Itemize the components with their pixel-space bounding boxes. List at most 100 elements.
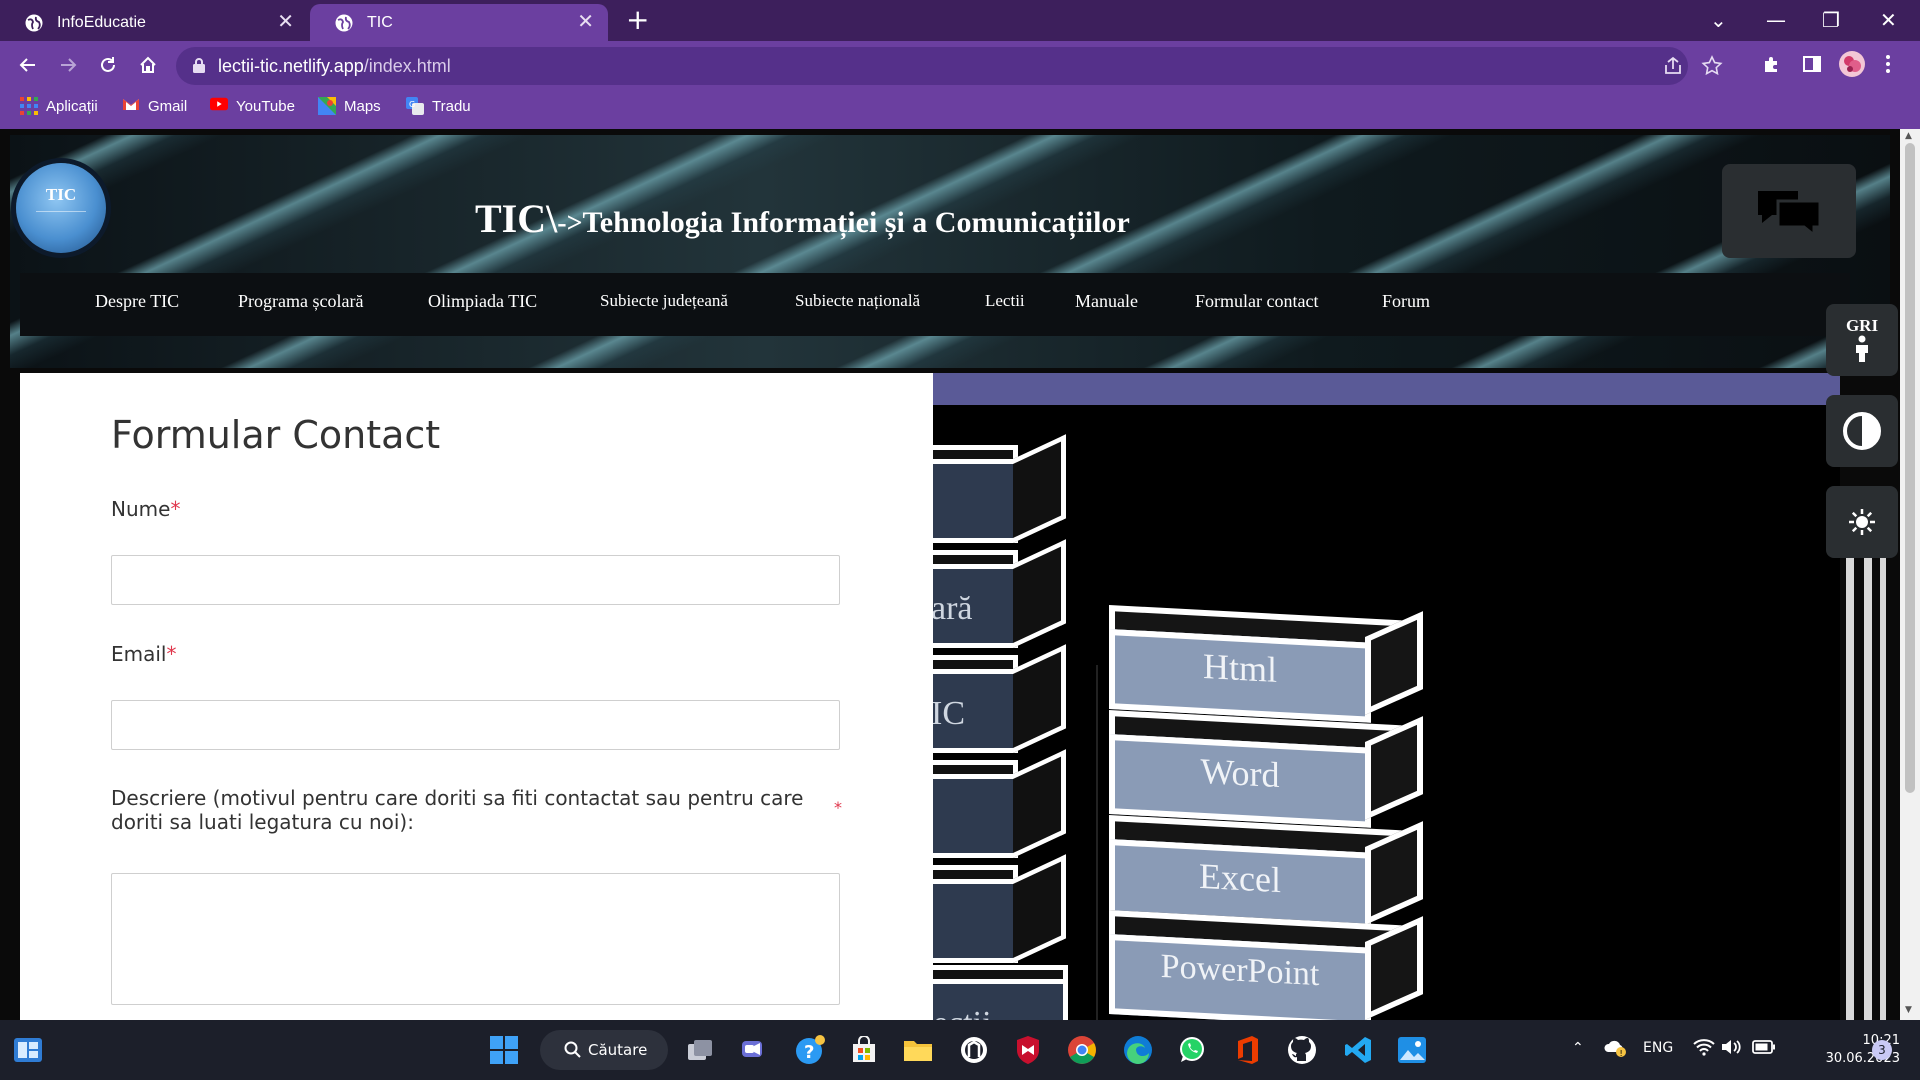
- bookmark-maps[interactable]: Maps: [318, 97, 381, 115]
- nav-subiecte-judeteana[interactable]: Subiecte județeană: [600, 291, 728, 311]
- page-scrollbar[interactable]: ▲ ▼: [1900, 129, 1920, 1020]
- battery-icon[interactable]: [1752, 1040, 1776, 1058]
- form-title: Formular Contact: [111, 413, 441, 457]
- svg-text:G: G: [409, 100, 415, 109]
- url-text: lectii-tic.netlify.app/index.html: [218, 56, 451, 77]
- browser-menu-icon[interactable]: [1885, 54, 1891, 78]
- file-explorer-icon[interactable]: [902, 1034, 934, 1066]
- arrow-right-icon: [61, 58, 77, 72]
- photos-icon[interactable]: [1396, 1034, 1428, 1066]
- minimize-button[interactable]: —: [1766, 6, 1786, 34]
- tab-tic[interactable]: TIC ✕: [310, 4, 608, 41]
- title-prefix: TIC\: [475, 196, 558, 241]
- scrollbar-thumb[interactable]: [1905, 143, 1915, 793]
- vscode-icon[interactable]: [1342, 1034, 1374, 1066]
- nav-forum[interactable]: Forum: [1382, 291, 1430, 312]
- tab-infoeducatie[interactable]: InfoEducatie ✕: [0, 4, 308, 41]
- email-input[interactable]: [111, 700, 840, 750]
- volume-icon[interactable]: [1720, 1038, 1742, 1060]
- svg-text:?: ?: [804, 1042, 814, 1063]
- bookmark-translate[interactable]: G Tradu: [406, 97, 471, 115]
- nav-manuale[interactable]: Manuale: [1075, 291, 1138, 312]
- nav-despre-tic[interactable]: Despre TIC: [95, 291, 179, 312]
- bookmarks-bar: Aplicații Gmail YouTube Maps G Tradu: [0, 91, 1920, 129]
- chrome-icon[interactable]: [1066, 1034, 1098, 1066]
- close-tab-icon[interactable]: ✕: [577, 12, 594, 32]
- name-label-text: Nume: [111, 497, 171, 521]
- logo-subtitle-decoration: [36, 211, 86, 230]
- widgets-icon[interactable]: [12, 1034, 44, 1066]
- nav-formular-contact[interactable]: Formular contact: [1195, 291, 1318, 312]
- illustration-3d-blocks: C ară IC ectii Html Word: [933, 405, 1840, 1020]
- windows-taskbar: Căutare ? ⌃ ! ENG 30.06.2023 3: [0, 1020, 1920, 1080]
- required-mark: *: [166, 642, 177, 666]
- new-tab-button[interactable]: +: [626, 6, 649, 34]
- taskbar-search[interactable]: Căutare: [540, 1030, 668, 1070]
- nav-lectii[interactable]: Lectii: [985, 291, 1025, 311]
- whatsapp-icon[interactable]: [1176, 1034, 1208, 1066]
- wifi-icon[interactable]: [1693, 1038, 1715, 1060]
- share-icon[interactable]: [1662, 55, 1684, 81]
- lock-icon[interactable]: [192, 57, 206, 78]
- profile-avatar[interactable]: [1838, 50, 1866, 82]
- browser-toolbar: lectii-tic.netlify.app/index.html Aplica…: [0, 41, 1920, 129]
- globe-icon: [24, 13, 44, 33]
- left-block-label: ară: [933, 590, 973, 627]
- app-circle-icon[interactable]: [958, 1034, 990, 1066]
- back-button[interactable]: [14, 51, 42, 79]
- nav-olimpiada-tic[interactable]: Olimpiada TIC: [428, 291, 537, 312]
- contrast-toggle-button[interactable]: [1826, 395, 1898, 467]
- illustration-top-strip: [933, 373, 1840, 405]
- microsoft-store-icon[interactable]: [848, 1034, 880, 1066]
- close-tab-icon[interactable]: ✕: [277, 12, 294, 32]
- block-word: Word: [1109, 710, 1434, 828]
- site-logo[interactable]: TIC: [16, 163, 106, 253]
- description-textarea[interactable]: [111, 873, 840, 1005]
- home-button[interactable]: [134, 51, 162, 79]
- browser-tab-strip: InfoEducatie ✕ TIC ✕ + ⌄ — ❐ ✕: [0, 0, 1920, 41]
- chat-button[interactable]: [1722, 164, 1856, 258]
- name-input[interactable]: [111, 555, 840, 605]
- onedrive-warning-icon[interactable]: !: [1604, 1038, 1628, 1062]
- tab-search-chevron-icon[interactable]: ⌄: [1710, 6, 1727, 34]
- email-label: Email*: [111, 642, 177, 666]
- task-view-icon[interactable]: [684, 1034, 716, 1066]
- scroll-up-arrow-icon[interactable]: ▲: [1905, 131, 1912, 141]
- grayscale-toggle-button[interactable]: GRI: [1826, 304, 1898, 376]
- address-bar[interactable]: lectii-tic.netlify.app/index.html: [176, 47, 1723, 85]
- maps-icon: [318, 97, 336, 115]
- bookmark-youtube[interactable]: YouTube: [210, 97, 295, 115]
- close-window-button[interactable]: ✕: [1880, 6, 1897, 34]
- side-panel-icon[interactable]: [1802, 54, 1822, 78]
- edge-icon[interactable]: [1122, 1034, 1154, 1066]
- restore-button[interactable]: ❐: [1822, 6, 1840, 34]
- chat-bubbles-icon: [1758, 191, 1822, 235]
- nav-programa-scolara[interactable]: Programa școlară: [238, 291, 363, 312]
- teams-chat-icon[interactable]: [738, 1034, 770, 1066]
- show-hidden-icons-chevron[interactable]: ⌃: [1572, 1040, 1584, 1056]
- help-icon[interactable]: ?: [794, 1034, 826, 1066]
- left-block: ară: [933, 539, 1066, 648]
- notification-badge[interactable]: 3: [1872, 1040, 1892, 1060]
- language-indicator[interactable]: ENG: [1643, 1040, 1673, 1056]
- office-icon[interactable]: [1232, 1034, 1264, 1066]
- description-required-mark: *: [834, 798, 842, 817]
- scroll-down-arrow-icon[interactable]: ▼: [1905, 1005, 1912, 1015]
- extensions-puzzle-icon[interactable]: [1762, 54, 1782, 78]
- github-icon[interactable]: [1286, 1034, 1318, 1066]
- bookmark-gmail[interactable]: Gmail: [122, 97, 187, 115]
- logo-text: TIC: [45, 185, 77, 204]
- home-icon: [140, 56, 156, 73]
- mcafee-shield-icon[interactable]: [1012, 1034, 1044, 1066]
- translate-icon: G: [406, 97, 424, 115]
- contact-form-card: Formular Contact Nume* Email* Descriere …: [20, 373, 933, 1020]
- windows-start-icon[interactable]: [488, 1034, 520, 1066]
- bookmark-star-icon[interactable]: [1701, 55, 1723, 81]
- forward-button[interactable]: [54, 51, 82, 79]
- reload-button[interactable]: [94, 51, 122, 79]
- name-label: Nume*: [111, 497, 180, 521]
- brightness-toggle-button[interactable]: [1826, 486, 1898, 558]
- left-block: IC: [933, 644, 1066, 753]
- bookmark-apps[interactable]: Aplicații: [20, 97, 98, 115]
- nav-subiecte-nationala[interactable]: Subiecte națională: [795, 291, 920, 311]
